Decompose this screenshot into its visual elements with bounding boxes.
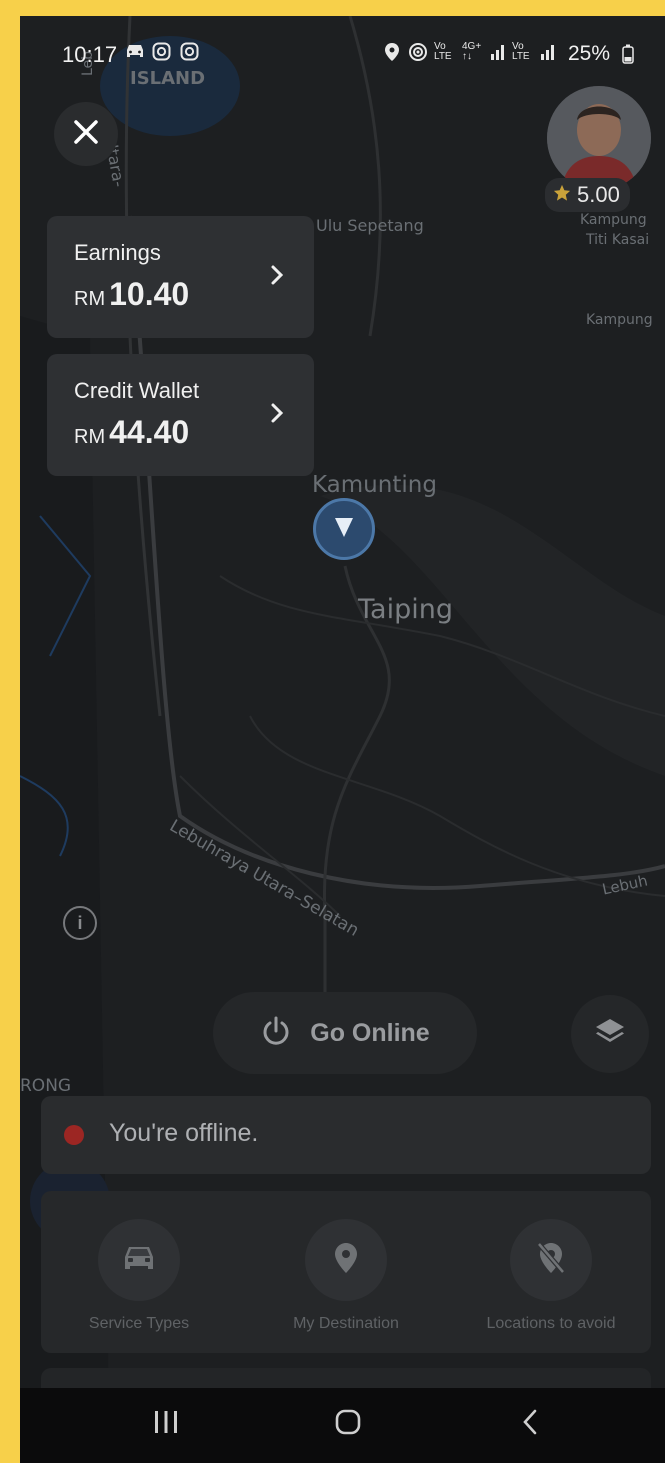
map-label-taiping: Taiping [358,594,453,625]
instagram-icon [180,42,199,66]
recent-apps-icon [152,1409,180,1440]
battery-percent: 25% [568,42,611,65]
home-button[interactable] [318,1404,378,1444]
signal-bars-icon [490,42,506,65]
earnings-value: 10.40 [109,276,190,312]
locations-to-avoid-label: Locations to avoid [486,1315,616,1332]
status-bar: 10:17 Vo LTE 4G+ ↑↓ Vo LTE 25% [20,16,665,86]
back-button[interactable] [500,1404,560,1444]
info-icon: i [77,912,83,933]
locations-to-avoid-option[interactable]: Locations to avoid [461,1219,641,1333]
system-navigation-bar [20,1388,665,1463]
credit-wallet-card[interactable]: Credit Wallet RM 44.40 [47,354,314,476]
current-location-marker [313,498,375,560]
wallet-currency: RM [74,426,106,448]
service-types-label: Service Types [88,1315,190,1332]
my-destination-label: My Destination [293,1315,399,1332]
navigation-arrow-icon [331,514,357,545]
my-destination-circle [305,1219,387,1301]
battery-icon [622,44,634,69]
home-icon [334,1408,362,1441]
star-icon [553,182,571,208]
map-label-kamunting: Kamunting [312,472,437,498]
my-destination-option[interactable]: My Destination [256,1219,436,1333]
quick-options-panel: Service Types My Destination Locations t… [41,1191,651,1353]
locations-to-avoid-circle [510,1219,592,1301]
rating-badge: 5.00 [545,178,630,212]
car-icon [120,1243,158,1278]
service-types-option[interactable]: Service Types [49,1219,229,1333]
instagram-icon [152,42,171,66]
wallet-amount: RM 44.40 [74,414,189,451]
wallet-label: Credit Wallet [74,378,200,403]
car-icon [124,42,146,65]
volte-lte1-icon: Vo LTE [434,41,452,62]
map-label-ulu-sepetang: Ulu Sepetang [316,216,424,235]
map-info-button[interactable]: i [63,906,97,940]
avatar[interactable] [547,86,651,190]
recent-apps-button[interactable] [136,1404,196,1444]
go-online-label: Go Online [310,1018,430,1047]
earnings-currency: RM [74,288,106,310]
avoid-location-icon [536,1241,566,1280]
map-layers-button[interactable] [571,995,649,1073]
signal-bars-icon [540,42,556,65]
status-time: 10:17 [62,42,118,67]
back-icon [520,1408,540,1441]
map-label-titi-kasai: Titi Kasai [586,232,650,248]
chevron-right-icon [270,264,284,293]
offline-message: You're offline. [109,1119,259,1147]
offline-status-dot [64,1125,84,1145]
map-label-rong: RONG [20,1076,72,1096]
close-button[interactable] [54,102,118,166]
app-screen: ISLAND Ulu Sepetang Kampung Titi Kasai K… [20,16,665,1463]
layers-icon [593,1015,627,1054]
map-label-kampung: Kampung [580,212,647,228]
close-icon [73,119,99,150]
wallet-value: 44.40 [109,414,190,450]
go-online-button[interactable]: Go Online [213,992,477,1074]
offline-banner: You're offline. [41,1096,651,1174]
location-pin-icon [333,1241,359,1280]
map-label-kampung-2: Kampung [586,312,653,328]
earnings-label: Earnings [74,240,161,265]
power-icon [260,1015,292,1052]
volte-lte2-icon: Vo LTE [512,41,530,62]
earnings-card[interactable]: Earnings RM 10.40 [47,216,314,338]
chevron-right-icon [270,402,284,431]
hotspot-icon [408,42,428,67]
earnings-amount: RM 10.40 [74,276,189,313]
location-icon [384,42,400,67]
4g-plus-icon: 4G+ ↑↓ [462,41,482,62]
service-types-circle [98,1219,180,1301]
rating-value: 5.00 [577,182,620,207]
